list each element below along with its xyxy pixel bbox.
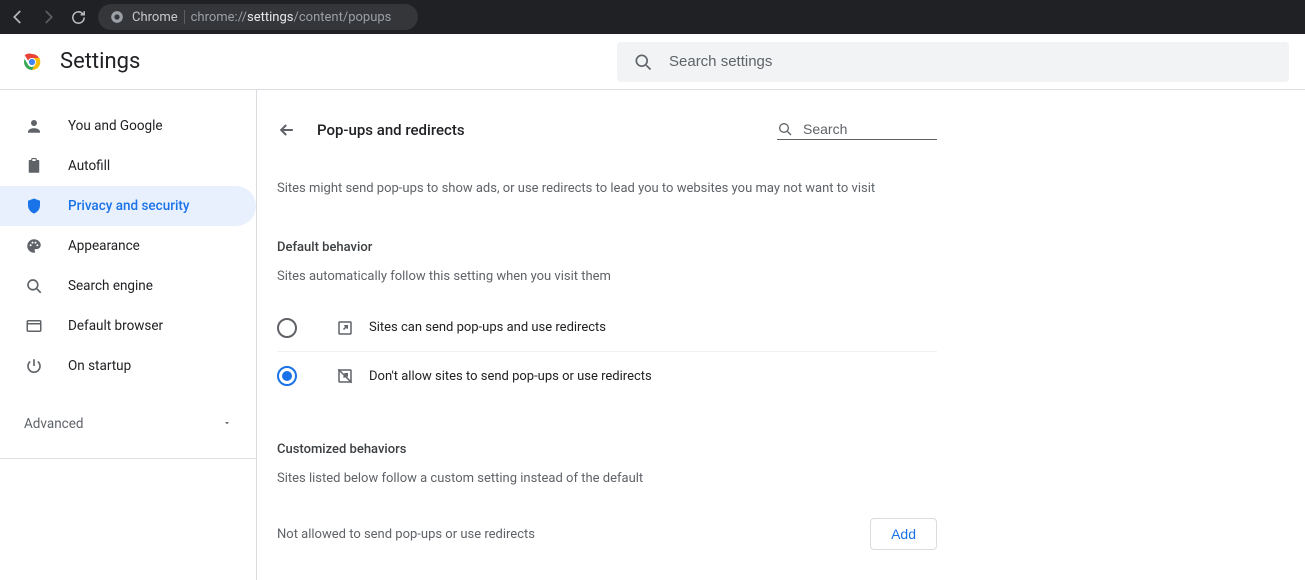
omnibox-divider [184, 10, 185, 24]
advanced-label: Advanced [24, 416, 84, 432]
add-button[interactable]: Add [870, 518, 937, 550]
customized-behaviors-subtitle: Sites listed below follow a custom setti… [277, 471, 937, 486]
sidebar: You and Google Autofill Privacy and secu… [0, 90, 256, 580]
sidebar-item-default-browser[interactable]: Default browser [0, 306, 256, 346]
sidebar-item-autofill[interactable]: Autofill [0, 146, 256, 186]
palette-icon [24, 236, 44, 256]
sidebar-item-on-startup[interactable]: On startup [0, 346, 256, 386]
default-behavior-radio-group: Sites can send pop-ups and use redirects… [277, 304, 937, 400]
not-allowed-label: Not allowed to send pop-ups or use redir… [277, 527, 535, 542]
chrome-logo-icon [20, 50, 44, 74]
back-icon[interactable] [8, 7, 28, 27]
reload-icon[interactable] [68, 7, 88, 27]
sidebar-divider [0, 458, 256, 459]
radio-button[interactable] [277, 318, 297, 338]
header-search[interactable] [617, 42, 1289, 82]
back-button[interactable] [277, 120, 297, 140]
default-behavior-title: Default behavior [277, 240, 937, 255]
main-panel: Pop-ups and redirects Sites might send p… [256, 90, 1305, 580]
sidebar-item-privacy-security[interactable]: Privacy and security [0, 186, 256, 226]
omnibox[interactable]: Chrome chrome://settings/content/popups [98, 4, 418, 30]
page-search[interactable] [777, 121, 937, 140]
search-icon [777, 121, 793, 137]
sidebar-item-label: Appearance [68, 238, 140, 254]
chevron-down-icon [222, 417, 232, 432]
open-blocked-icon [335, 366, 355, 386]
sidebar-item-label: Default browser [68, 318, 163, 334]
open-icon [335, 318, 355, 338]
clipboard-icon [24, 156, 44, 176]
header-search-input[interactable] [669, 53, 1273, 70]
customized-behaviors-title: Customized behaviors [277, 442, 937, 457]
omnibox-url: chrome://settings/content/popups [191, 10, 392, 25]
browser-toolbar: Chrome chrome://settings/content/popups [0, 0, 1305, 34]
section-description: Sites might send pop-ups to show ads, or… [277, 180, 937, 198]
forward-icon [38, 7, 58, 27]
radio-label: Sites can send pop-ups and use redirects [369, 320, 606, 335]
sidebar-item-appearance[interactable]: Appearance [0, 226, 256, 266]
radio-button[interactable] [277, 366, 297, 386]
sidebar-item-label: Privacy and security [68, 198, 190, 214]
radio-label: Don't allow sites to send pop-ups or use… [369, 369, 652, 384]
page-search-input[interactable] [803, 121, 923, 137]
section-title: Pop-ups and redirects [317, 121, 465, 139]
radio-option-block[interactable]: Don't allow sites to send pop-ups or use… [277, 352, 937, 400]
chrome-glyph-icon [110, 10, 124, 24]
sidebar-item-label: On startup [68, 358, 131, 374]
omnibox-host: Chrome [132, 10, 178, 25]
omnibox-text: Chrome chrome://settings/content/popups [132, 10, 391, 25]
shield-icon [24, 196, 44, 216]
sidebar-item-search-engine[interactable]: Search engine [0, 266, 256, 306]
settings-header: Settings [0, 34, 1305, 90]
sidebar-item-label: Autofill [68, 158, 110, 174]
search-icon [633, 52, 653, 72]
sidebar-item-label: You and Google [68, 118, 163, 134]
search-icon [24, 276, 44, 296]
sidebar-advanced-toggle[interactable]: Advanced [0, 404, 256, 444]
sidebar-item-label: Search engine [68, 278, 153, 294]
page-title: Settings [60, 49, 140, 74]
browser-icon [24, 316, 44, 336]
sidebar-item-you-and-google[interactable]: You and Google [0, 106, 256, 146]
person-icon [24, 116, 44, 136]
power-icon [24, 356, 44, 376]
radio-option-allow[interactable]: Sites can send pop-ups and use redirects [277, 304, 937, 352]
default-behavior-subtitle: Sites automatically follow this setting … [277, 269, 937, 284]
